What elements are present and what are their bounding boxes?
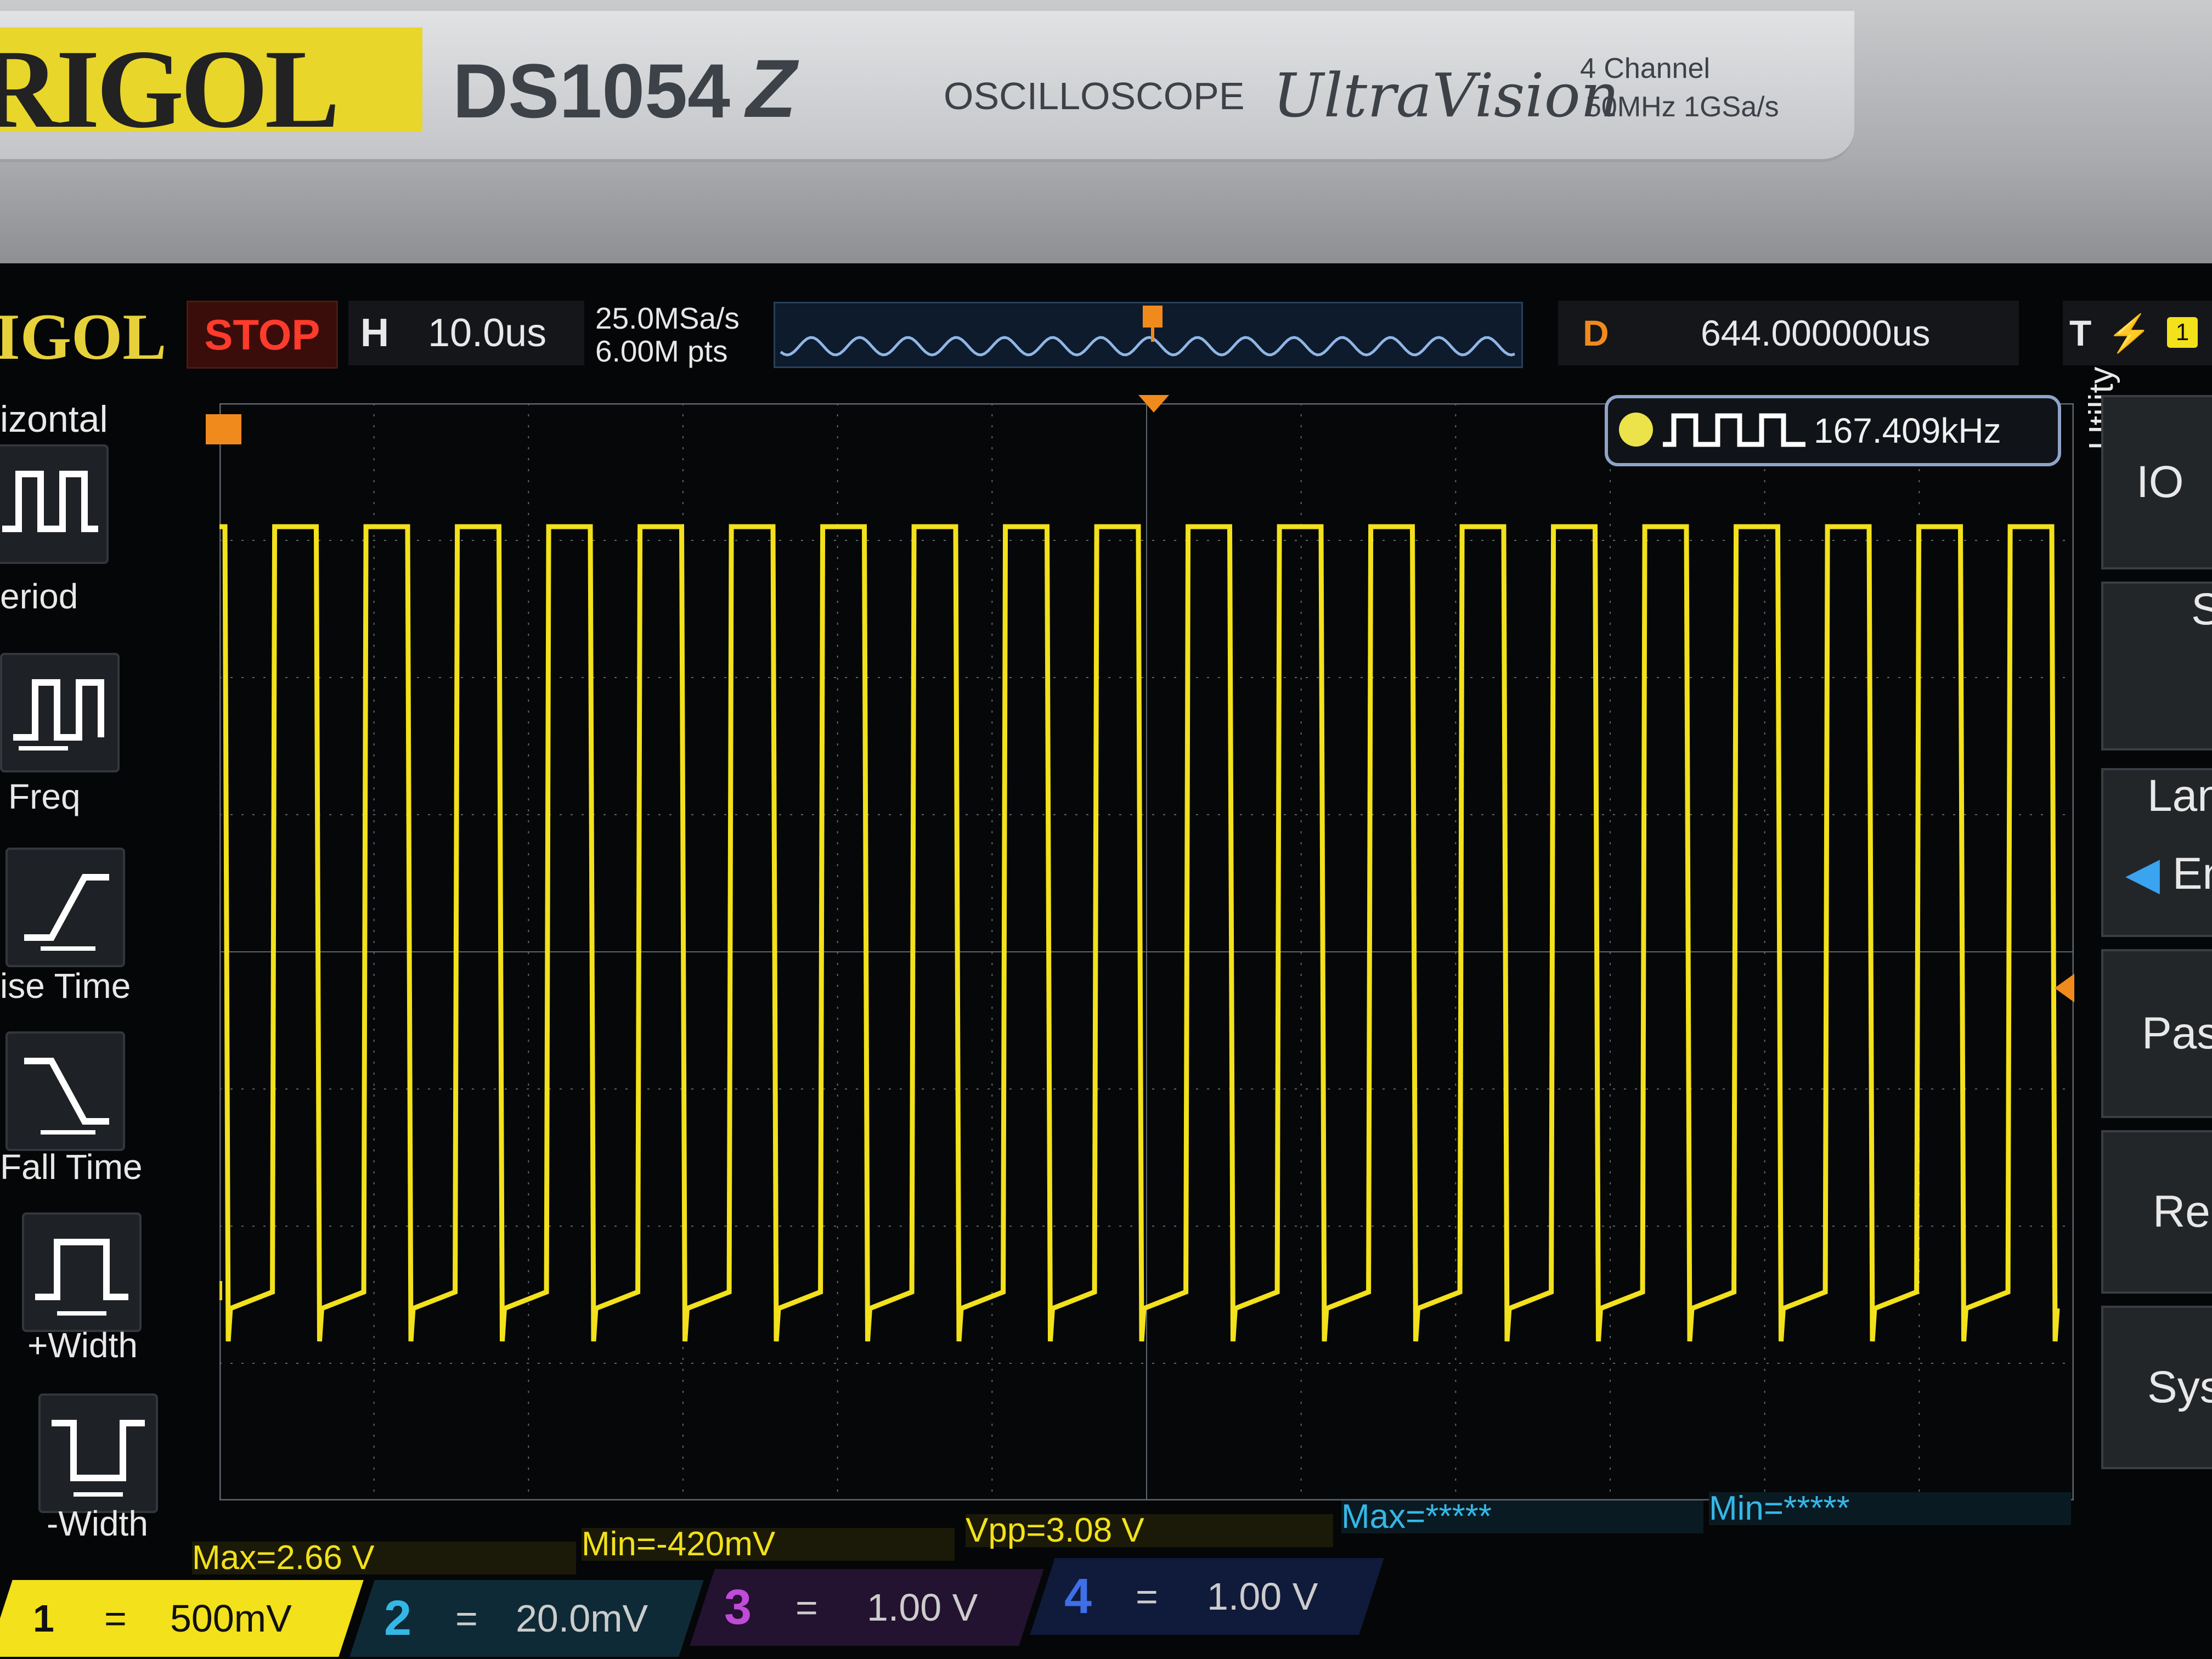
channel-4-coupling: = [1136,1575,1158,1618]
run-stop-status[interactable]: STOP [187,301,338,369]
waveform-display[interactable] [195,402,2075,1502]
freq-icon [0,653,120,772]
frequency-value: 167.409kHz [1814,411,2001,450]
brand-logo: RIGOL [0,27,340,151]
spec-bandwidth: 50MHz 1GSa/s [1585,91,1779,123]
trigger-level-marker-left [195,1281,222,1300]
waveform-graticule [195,402,2075,1502]
channel-2-box[interactable]: 2 = 20.0mV [349,1580,704,1657]
sidebar-item-rise-time[interactable]: ise Time [0,848,165,1029]
delay-value: 644.000000us [1701,313,1931,353]
channel-2-number: 2 [384,1591,412,1646]
timebase-value: 10.0us [428,311,547,355]
sidebar-title: izontal [0,398,108,440]
trigger-level-marker-right[interactable] [2055,974,2074,1002]
channel-3-number: 3 [724,1580,752,1635]
sidebar-label: ise Time [0,966,131,1006]
menu-item-label: IO [2136,457,2184,507]
menu-item-label: Sys [2147,1362,2212,1412]
menu-item-label: S [2191,584,2212,634]
stat-vpp-ch1: Vpp=3.08 V [966,1514,1333,1548]
menu-record-button[interactable]: Re [2101,1130,2212,1294]
series-logo: UltraVision [1273,60,1620,131]
stat-min-ch2: Min=***** [1709,1492,2071,1526]
sidebar-item-freq[interactable]: Freq [0,653,165,834]
language-option[interactable]: ◀ En [2125,833,2212,915]
trigger-box[interactable]: T ⚡ 1 [2063,301,2212,365]
spec-channels: 4 Channel [1580,53,1711,84]
channel-1-indicator [1619,413,1653,447]
channel-4-number: 4 [1064,1569,1092,1624]
sidebar-label: Freq [8,777,81,816]
sample-rate: 25.0MSa/s [595,301,740,335]
square-wave-icon [1663,413,1805,447]
fall-time-icon [5,1031,125,1151]
language-value: En [2172,849,2212,899]
neg-width-icon [38,1393,158,1513]
rise-time-icon [5,848,125,967]
sidebar-item-fall-time[interactable]: Fall Time [0,1031,165,1212]
menu-s-button[interactable]: S [2101,582,2212,751]
channel-2-scale: 20.0mV [516,1597,648,1640]
sidebar-item-neg-width[interactable]: -Width [0,1393,165,1569]
chevron-left-icon: ◀ [2125,849,2160,899]
delay-label: D [1583,313,1609,353]
sidebar-label: -Width [47,1504,148,1543]
menu-pass-fail-button[interactable]: Pas [2101,949,2212,1118]
channel-3-box[interactable]: 3 = 1.00 V [690,1569,1044,1646]
menu-item-label: Lan [2147,771,2212,821]
menu-lan-button[interactable]: Lan ◀ En [2101,768,2212,937]
sidebar-item-pos-width[interactable]: +Width [0,1212,165,1393]
memory-overview [774,302,1523,368]
timebase-box[interactable]: H 10.0us [348,301,584,365]
trigger-source-badge: 1 [2167,317,2198,348]
menu-item-label: Re [2153,1187,2210,1237]
sidebar-label: +Width [27,1325,138,1365]
timebase-label: H [360,311,389,355]
menu-item-label: Pas [2142,1008,2212,1058]
memory-depth: 6.00M pts [595,334,728,368]
device-type-label: OSCILLOSCOPE [944,75,1245,117]
delay-box[interactable]: D 644.000000us [1558,301,2019,365]
stat-max-ch2: Max=***** [1341,1500,1703,1534]
channel-4-scale: 1.00 V [1207,1575,1318,1618]
model-number: DS1054 [453,48,730,134]
screen-brand: IGOL [0,300,167,373]
stat-max-ch1: Max=2.66 V [192,1541,576,1575]
menu-system-button[interactable]: Sys [2101,1306,2212,1469]
acquisition-info: 25.0MSa/s 6.00M pts [595,302,740,368]
trigger-label: T [2069,313,2092,353]
menu-io-button[interactable]: IO [2101,395,2212,569]
channel-3-coupling: = [795,1586,818,1629]
model-suffix: Z [746,42,797,134]
period-icon [0,444,109,564]
channel-1-box[interactable]: 1 = 500mV [0,1580,364,1657]
stat-min-ch1: Min=-420mV [582,1527,955,1561]
channel-4-box[interactable]: 4 = 1.00 V [1030,1558,1384,1635]
trigger-edge-icon: ⚡ [2107,313,2152,353]
channel-3-scale: 1.00 V [867,1586,978,1629]
trigger-position-marker [1143,306,1163,342]
trigger-time-marker[interactable] [1138,395,1169,413]
channel-1-coupling: = [104,1597,127,1640]
trigger-marker-t-icon [206,414,241,444]
channel-2-coupling: = [455,1597,478,1640]
sidebar-label: eriod [0,577,78,616]
channel-1-scale: 500mV [170,1597,292,1640]
pos-width-icon [22,1212,142,1332]
memory-waveform-preview [780,306,1515,357]
frequency-counter[interactable]: 167.409kHz [1605,395,2061,466]
sidebar-label: Fall Time [0,1147,143,1187]
sidebar-item-period[interactable]: eriod [0,444,165,625]
channel-1-number: 1 [33,1597,54,1640]
